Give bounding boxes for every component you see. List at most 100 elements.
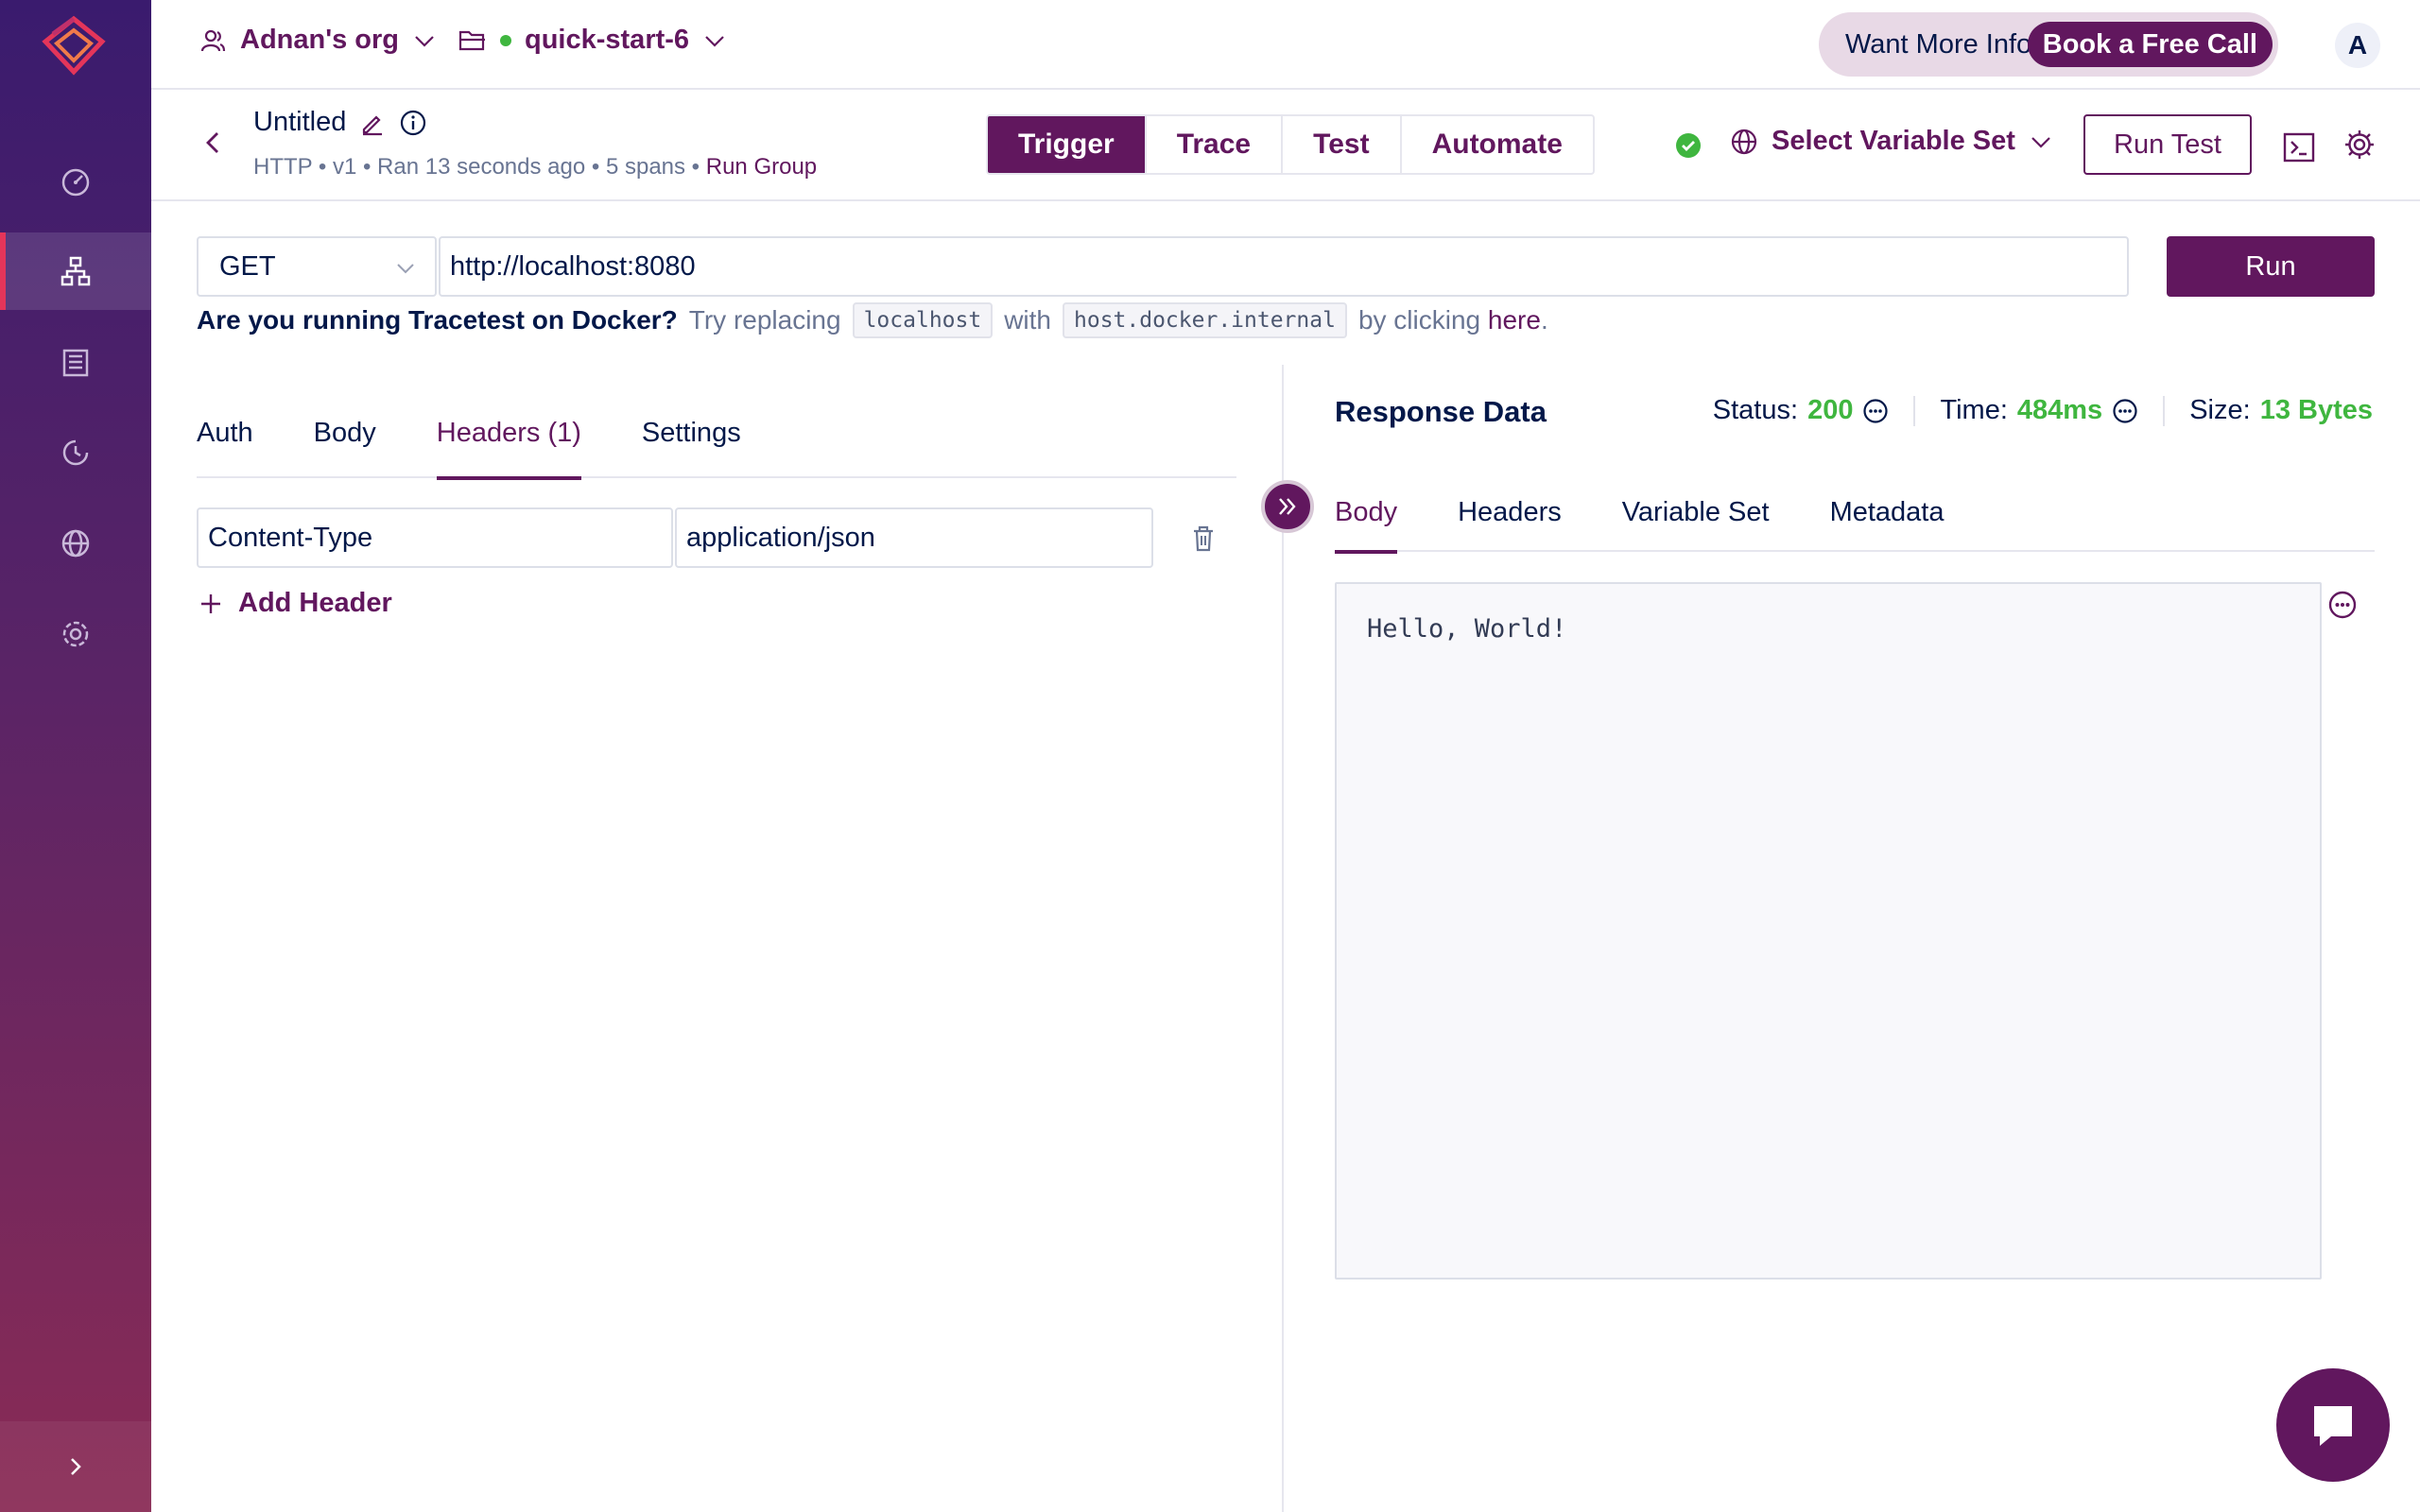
- method-select[interactable]: GET: [197, 236, 437, 297]
- edit-icon[interactable]: [359, 110, 386, 136]
- users-icon: [200, 29, 226, 51]
- tab-test[interactable]: Test: [1283, 116, 1402, 173]
- more-icon[interactable]: [1862, 398, 1889, 424]
- time-value: 484ms: [2016, 395, 2103, 425]
- settings-icon: [62, 621, 89, 647]
- info-icon[interactable]: [399, 109, 427, 137]
- response-stats: Status: 200 Time: 484ms Size: 13 Bytes: [1713, 395, 2373, 426]
- tab-response-headers[interactable]: Headers: [1458, 484, 1562, 552]
- gear-icon[interactable]: [2342, 128, 2377, 162]
- run-button[interactable]: Run: [2167, 236, 2375, 297]
- response-title: Response Data: [1335, 395, 1547, 428]
- tab-variable-set[interactable]: Variable Set: [1622, 484, 1770, 552]
- docker-hint: Are you running Tracetest on Docker? Try…: [197, 302, 1548, 338]
- test-title-group: Untitled: [253, 107, 427, 138]
- toggle-pane-button[interactable]: [1261, 480, 1314, 533]
- tab-body[interactable]: Body: [314, 397, 376, 478]
- chevron-right-icon: [71, 1458, 81, 1475]
- test-meta-text: HTTP • v1 • Ran 13 seconds ago • 5 spans…: [253, 154, 706, 180]
- docker-question: Are you running Tracetest on Docker?: [197, 305, 678, 335]
- tab-metadata[interactable]: Metadata: [1830, 484, 1945, 552]
- docker-by: by clicking: [1357, 305, 1481, 335]
- back-arrow-icon[interactable]: [197, 126, 231, 160]
- status-label: Status:: [1712, 395, 1799, 425]
- test-meta: HTTP • v1 • Ran 13 seconds ago • 5 spans…: [253, 154, 817, 180]
- sidebar: [0, 0, 151, 1512]
- project-status-dot: [500, 34, 511, 46]
- chevron-down-icon: [397, 264, 414, 274]
- tab-trace[interactable]: Trace: [1147, 116, 1284, 173]
- sidebar-item-settings[interactable]: [0, 595, 151, 673]
- terminal-icon[interactable]: [2282, 131, 2316, 163]
- plus-icon: [201, 593, 220, 613]
- sidebar-expand-button[interactable]: [0, 1421, 151, 1512]
- status-stat: Status: 200: [1713, 395, 1890, 426]
- time-stat: Time: 484ms: [1940, 395, 2138, 426]
- size-label: Size:: [2189, 395, 2251, 425]
- globe-icon: [1731, 129, 1757, 154]
- tab-settings[interactable]: Settings: [642, 397, 741, 478]
- double-chevron-right-icon: [1279, 498, 1296, 515]
- project-name: quick-start-6: [525, 25, 690, 55]
- runs-history-icon: [62, 439, 89, 466]
- info-prompt: Want More Info?: [1845, 28, 2048, 60]
- tab-auth[interactable]: Auth: [197, 397, 253, 478]
- more-icon[interactable]: [2112, 398, 2138, 424]
- more-icon[interactable]: [2327, 590, 2358, 620]
- avatar[interactable]: A: [2335, 23, 2380, 68]
- top-bar: Adnan's org quick-start-6 Want More Info…: [151, 0, 2420, 90]
- check-circle-icon: [1676, 133, 1701, 158]
- add-header-label: Add Header: [238, 588, 392, 618]
- chevron-down-icon: [705, 35, 724, 47]
- tab-response-body[interactable]: Body: [1335, 484, 1398, 554]
- response-tabs: Body Headers Variable Set Metadata: [1335, 484, 2375, 554]
- mode-tabs: Trigger Trace Test Automate: [986, 114, 1595, 175]
- url-input[interactable]: http://localhost:8080: [439, 236, 2129, 297]
- org-name: Adnan's org: [240, 25, 400, 55]
- tab-headers[interactable]: Headers (1): [436, 397, 582, 480]
- pane-divider[interactable]: [1282, 365, 1284, 1512]
- sidebar-item-environments[interactable]: [0, 505, 151, 582]
- header-key-input[interactable]: Content-Type: [197, 507, 673, 568]
- run-group-link[interactable]: Run Group: [706, 154, 817, 180]
- code-docker-host: host.docker.internal: [1063, 302, 1347, 338]
- chat-icon: [2314, 1406, 2352, 1446]
- stats-divider: [1913, 395, 1916, 426]
- sidebar-item-test-suites[interactable]: [0, 323, 151, 401]
- folder-icon: [458, 30, 485, 50]
- chevron-down-icon: [2031, 136, 2050, 148]
- status-value: 200: [1807, 395, 1854, 425]
- test-title: Untitled: [253, 107, 347, 137]
- tab-trigger[interactable]: Trigger: [988, 116, 1147, 173]
- info-banner: Want More Info? Book a Free Call: [1819, 12, 2278, 77]
- environments-icon: [61, 529, 90, 558]
- header-value-input[interactable]: application/json: [675, 507, 1153, 568]
- response-body-viewer[interactable]: Hello, World!: [1335, 582, 2322, 1280]
- trash-icon[interactable]: [1189, 524, 1218, 554]
- project-selector[interactable]: quick-start-6: [458, 25, 727, 56]
- run-test-button[interactable]: Run Test: [2083, 114, 2252, 175]
- test-suites-icon: [62, 349, 89, 377]
- variable-set-label: Select Variable Set: [1772, 126, 2015, 156]
- dashboard-icon: [61, 168, 90, 197]
- method-value: GET: [219, 250, 276, 282]
- tracetest-logo[interactable]: [36, 13, 112, 81]
- tab-automate[interactable]: Automate: [1402, 116, 1593, 173]
- variable-set-selector[interactable]: Select Variable Set: [1730, 126, 2053, 157]
- docker-with: with: [1004, 305, 1051, 335]
- docker-period: .: [1540, 305, 1548, 335]
- sidebar-item-tests[interactable]: [0, 232, 151, 310]
- sidebar-item-dashboard[interactable]: [0, 142, 151, 219]
- docker-here-wrap: here.: [1480, 305, 1548, 335]
- chevron-down-icon: [415, 35, 434, 47]
- docker-here-link[interactable]: here: [1488, 305, 1541, 335]
- add-header-button[interactable]: Add Header: [199, 588, 392, 619]
- org-selector[interactable]: Adnan's org: [199, 25, 437, 56]
- book-call-button[interactable]: Book a Free Call: [2027, 22, 2273, 67]
- code-localhost: localhost: [852, 302, 994, 338]
- chat-button[interactable]: [2276, 1368, 2390, 1482]
- request-tabs: Auth Body Headers (1) Settings: [197, 397, 1236, 480]
- size-stat: Size: 13 Bytes: [2189, 395, 2373, 426]
- test-header: Untitled HTTP • v1 • Ran 13 seconds ago …: [151, 90, 2420, 201]
- sidebar-item-runs[interactable]: [0, 414, 151, 491]
